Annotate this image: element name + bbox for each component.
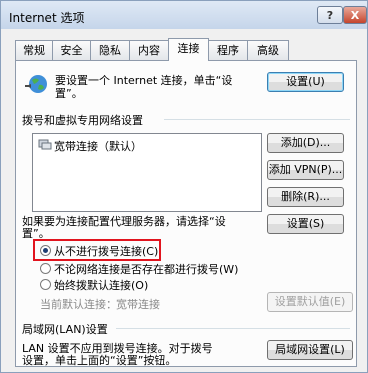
current-default-label: 当前默认连接： xyxy=(40,298,117,311)
radio-dial-when-no-network[interactable] xyxy=(40,263,51,274)
lan-text-line2: 设置，单击上面的“设置”按钮。 xyxy=(22,354,177,367)
close-button[interactable]: X xyxy=(343,6,367,24)
connections-panel: 要设置一个 Internet 连接，单击“设 置”。 设置(U) 拨号和虚拟专用… xyxy=(15,60,357,367)
internet-options-window: Internet 选项 ? X 常规 安全 隐私 内容 连接 程序 高级 要设置… xyxy=(0,0,368,373)
radio-always-dial[interactable] xyxy=(40,279,51,290)
window-title: Internet 选项 xyxy=(9,11,85,25)
radio-never-dial[interactable] xyxy=(40,245,51,256)
set-default-button[interactable]: 设置默认值(E) xyxy=(267,292,353,312)
radio-never-dial-label[interactable]: 从不进行拨号连接(C) xyxy=(54,243,158,259)
tab-security[interactable]: 安全 xyxy=(52,40,91,60)
setup-text-line2: 置”。 xyxy=(55,87,83,100)
add-button[interactable]: 添加(D)... xyxy=(267,133,344,153)
tab-privacy[interactable]: 隐私 xyxy=(90,40,130,60)
globe-network-icon xyxy=(25,75,47,93)
current-default-value: 宽带连接 xyxy=(116,298,160,311)
help-button[interactable]: ? xyxy=(317,6,343,24)
tab-advanced[interactable]: 高级 xyxy=(247,40,289,60)
tab-general[interactable]: 常规 xyxy=(15,40,53,60)
connections-listbox[interactable]: 宽带连接（默认） xyxy=(32,133,262,212)
radio-always-dial-label[interactable]: 始终拨默认连接(O) xyxy=(54,277,148,293)
radio-dial-when-no-network-label[interactable]: 不论网络连接是否存在都进行拨号(W) xyxy=(54,261,238,277)
dialup-group-label: 拨号和虚拟专用网络设置 xyxy=(22,114,143,127)
lan-settings-button[interactable]: 局域网设置(L) xyxy=(267,340,353,360)
setup-button[interactable]: 设置(U) xyxy=(267,72,344,92)
proxy-text-line1: 如果要为连接配置代理服务器，请选择“设 xyxy=(22,215,226,228)
list-item-label: 宽带连接（默认） xyxy=(54,140,142,153)
group-divider xyxy=(164,119,350,120)
group-divider xyxy=(116,328,350,329)
proxy-settings-button[interactable]: 设置(S) xyxy=(267,214,344,234)
delete-button[interactable]: 删除(R)... xyxy=(267,187,344,207)
dialup-connection-icon xyxy=(38,139,52,150)
tab-programs[interactable]: 程序 xyxy=(208,40,248,60)
add-vpn-button[interactable]: 添加 VPN(P)... xyxy=(267,160,344,180)
tab-connections[interactable]: 连接 xyxy=(168,38,209,61)
lan-group-label: 局域网(LAN)设置 xyxy=(22,323,108,336)
tab-content[interactable]: 内容 xyxy=(129,40,169,60)
title-bar: Internet 选项 ? X xyxy=(1,1,367,29)
